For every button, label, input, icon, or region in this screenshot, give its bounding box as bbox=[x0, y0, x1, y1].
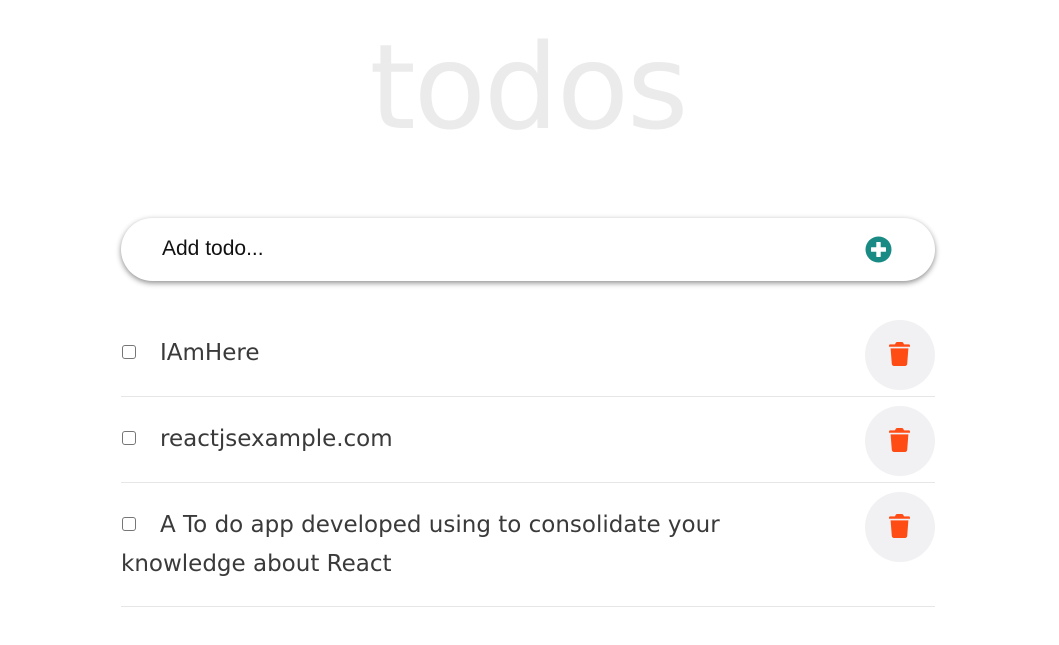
todo-item: IAmHere bbox=[121, 320, 935, 397]
todo-item: reactjsexample.com bbox=[121, 406, 935, 483]
add-todo-bar bbox=[121, 218, 935, 281]
add-todo-button[interactable] bbox=[865, 236, 892, 263]
plus-circle-icon bbox=[865, 236, 892, 263]
app-title: todos bbox=[369, 18, 688, 156]
todo-text: A To do app developed using to consolida… bbox=[121, 512, 720, 577]
trash-icon bbox=[889, 342, 910, 366]
todo-checkbox[interactable] bbox=[122, 517, 136, 531]
todo-list: IAmHere reactjsexample.com A To do app d… bbox=[121, 320, 935, 607]
delete-todo-button[interactable] bbox=[865, 406, 935, 476]
todo-text: IAmHere bbox=[160, 340, 260, 366]
delete-todo-button[interactable] bbox=[865, 320, 935, 390]
add-todo-input[interactable] bbox=[162, 234, 822, 264]
trash-icon bbox=[889, 428, 910, 452]
todo-checkbox[interactable] bbox=[122, 345, 136, 359]
todo-checkbox[interactable] bbox=[122, 431, 136, 445]
todo-item: A To do app developed using to consolida… bbox=[121, 492, 935, 607]
delete-todo-button[interactable] bbox=[865, 492, 935, 562]
todo-text: reactjsexample.com bbox=[160, 426, 393, 452]
trash-icon bbox=[889, 514, 910, 538]
